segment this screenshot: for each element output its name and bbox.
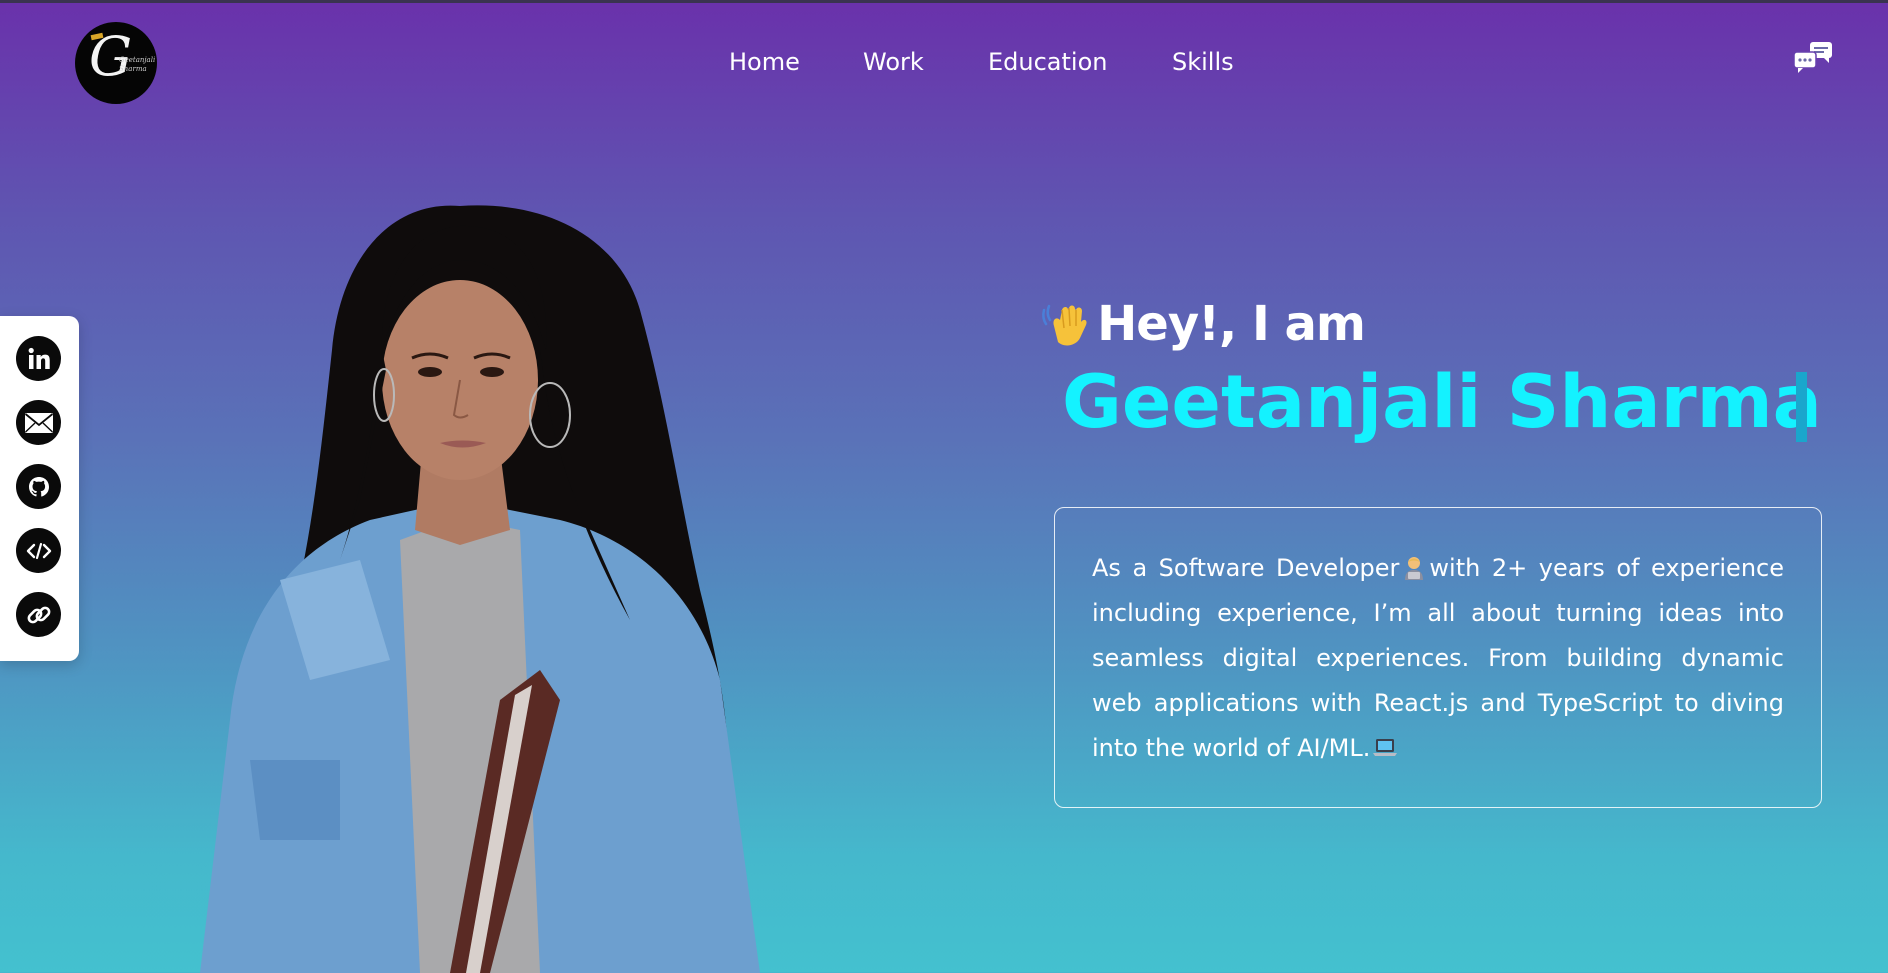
greeting: Hey!, I am	[1040, 296, 1366, 352]
bio-card: As a Software Developer with 2+ years of …	[1054, 507, 1822, 808]
laptop-icon	[1372, 730, 1398, 756]
typing-cursor	[1796, 372, 1807, 442]
linkedin-icon[interactable]	[16, 336, 61, 381]
nav-education[interactable]: Education	[988, 48, 1107, 76]
bio-part1: As a Software Developer	[1092, 554, 1400, 582]
social-sidebar	[0, 316, 79, 661]
hero-name: Geetanjali Sharma	[1062, 360, 1822, 445]
bio-part2: with 2+ years of experience including ex…	[1092, 554, 1784, 762]
nav-home[interactable]: Home	[729, 48, 800, 76]
nav-skills[interactable]: Skills	[1172, 48, 1234, 76]
code-icon[interactable]	[16, 528, 61, 573]
nav-work[interactable]: Work	[863, 48, 924, 76]
waving-hand-icon	[1040, 298, 1092, 350]
technologist-icon	[1401, 550, 1427, 580]
greeting-text: Hey!, I am	[1097, 296, 1366, 352]
main-nav: Home Work Education Skills	[0, 48, 1888, 84]
top-border	[0, 0, 1888, 3]
profile-photo	[160, 200, 780, 973]
link-icon[interactable]	[16, 592, 61, 637]
chat-bubbles-icon[interactable]	[1792, 40, 1834, 80]
mail-icon[interactable]	[16, 400, 61, 445]
bio-text: As a Software Developer with 2+ years of …	[1092, 546, 1784, 771]
github-icon[interactable]	[16, 464, 61, 509]
